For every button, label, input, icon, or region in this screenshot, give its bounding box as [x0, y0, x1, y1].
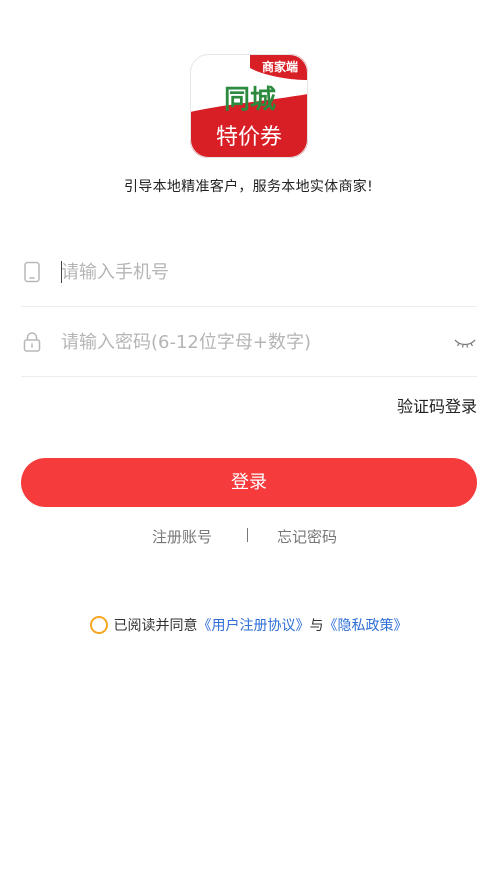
- agreement-prefix: 已阅读并同意: [113, 618, 198, 634]
- text-caret: [61, 261, 62, 283]
- agreement-conjunction: 与: [309, 618, 324, 634]
- password-input[interactable]: [61, 325, 441, 359]
- privacy-policy-link[interactable]: 《隐私政策》: [324, 618, 408, 634]
- logo-line1-text: 同城: [224, 85, 276, 115]
- secondary-links: 注册账号 忘记密码: [0, 524, 497, 548]
- phone-row: [21, 237, 477, 307]
- code-login-link[interactable]: 验证码登录: [397, 393, 477, 417]
- logo-badge-text: 商家端: [262, 59, 298, 74]
- forgot-password-link[interactable]: 忘记密码: [277, 526, 337, 547]
- slogan: 引导本地精准客户，服务本地实体商家!: [123, 179, 373, 195]
- phone-input[interactable]: [61, 255, 441, 289]
- user-agreement-link[interactable]: 《用户注册协议》: [198, 618, 310, 634]
- lock-icon: [21, 331, 43, 353]
- password-row: [21, 307, 477, 377]
- divider: [247, 528, 248, 542]
- app-logo: 商家端 同城 特价券: [190, 54, 308, 158]
- agreement-row: 已阅读并同意《用户注册协议》与《隐私政策》: [0, 615, 497, 635]
- login-button[interactable]: 登录: [21, 458, 477, 507]
- register-link[interactable]: 注册账号: [152, 526, 212, 547]
- radio-unchecked-icon[interactable]: [89, 616, 108, 634]
- phone-icon: [21, 261, 43, 283]
- logo-line2-text: 特价券: [216, 125, 282, 150]
- eye-closed-icon[interactable]: [453, 331, 477, 353]
